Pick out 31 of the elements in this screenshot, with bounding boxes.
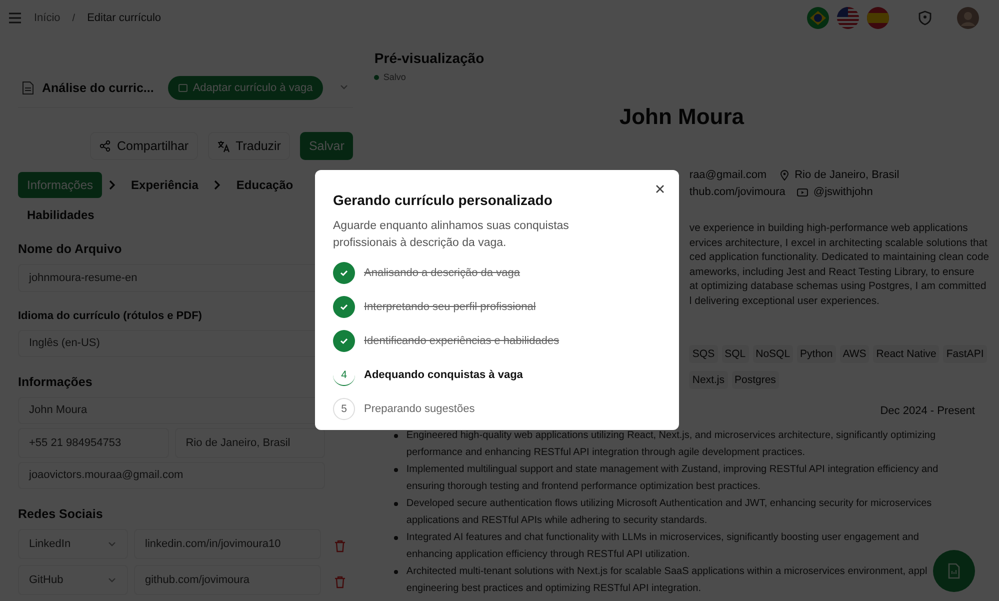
analysis-title: Análise do curric... [42, 80, 154, 95]
contact-text: Rio de Janeiro, Brasil [794, 169, 900, 181]
preview-title: Pré-visualização [374, 50, 486, 66]
step-number: 4 [333, 364, 355, 386]
step-label: Interpretando seu perfil profissional [364, 301, 536, 313]
dialog-description: Aguarde enquanto alinhamos suas conquistas profissionais à descrição da vaga. [333, 219, 570, 251]
check-icon [333, 296, 355, 318]
achievement-text: Integrated AI features and chat functionality with LLMs in microservices, significantly boosting user engagement and enhancing application efficiency through RESTful API utilization. [406, 531, 919, 562]
achievement-text: Implemented multilingual support and state management with Zustand, improving RESTful API integration efficiency and ensuring thorough testing and frontend performance optimization best practices. [406, 463, 938, 494]
step-label: Preparando sugestões [364, 403, 475, 415]
achievement-text: Developed secure authentication flows utilizing Microsoft Authentication and JWT, enhancing security for microservices applications and RESTful APIs while adhering to security standards. [406, 497, 932, 528]
step-label: Identificando experiências e habilidades [364, 335, 560, 347]
check-icon [333, 262, 355, 284]
summary-text: ve experience in building high-performance web applications ervices architecture, I excel in architecting scalable solutions that ced application functionality. Dedicated to maintaining clean code ameworks, including Jest and React Testing Library, to ensure at optimizing database schemas using Postgres, I am committed l delivering exceptional user experiences. [689, 222, 989, 308]
breadcrumb-link[interactable]: Editar currículo [87, 12, 162, 24]
contact-text: @jswithjohn [813, 186, 873, 198]
breadcrumb-separator: / [72, 12, 76, 24]
contact-text: thub.com/jovimoura [689, 186, 786, 198]
job-dates: Dec 2024 - Present [880, 405, 975, 417]
step-label: Analisando a descrição da vaga [364, 267, 520, 279]
check-icon [333, 330, 355, 352]
section-heading: Redes Sociais [18, 506, 104, 521]
section-heading: Informações [18, 374, 94, 389]
step-label: Adequando conquistas à vaga [364, 369, 523, 381]
step-number: 5 [333, 398, 355, 420]
achievement-text: Architected multi-tenant solutions with Next.js for scalable SaaS applications within a microservices environment, appl engineering best practices and optimizing RESTful API integration. [406, 565, 928, 596]
dialog-title: Gerando currículo personalizado [333, 192, 554, 208]
field-label: Idioma do currículo (rótulos e PDF) [18, 310, 203, 322]
contact-text: raa@gmail.com [689, 169, 767, 181]
achievement-text: Engineered high-quality web applications utilizing React, Next.js, and microservices architecture, significantly optimizing performance and enhancing RESTful API integration through agile development practices. [406, 429, 936, 460]
resume-name: John Moura [618, 104, 746, 130]
